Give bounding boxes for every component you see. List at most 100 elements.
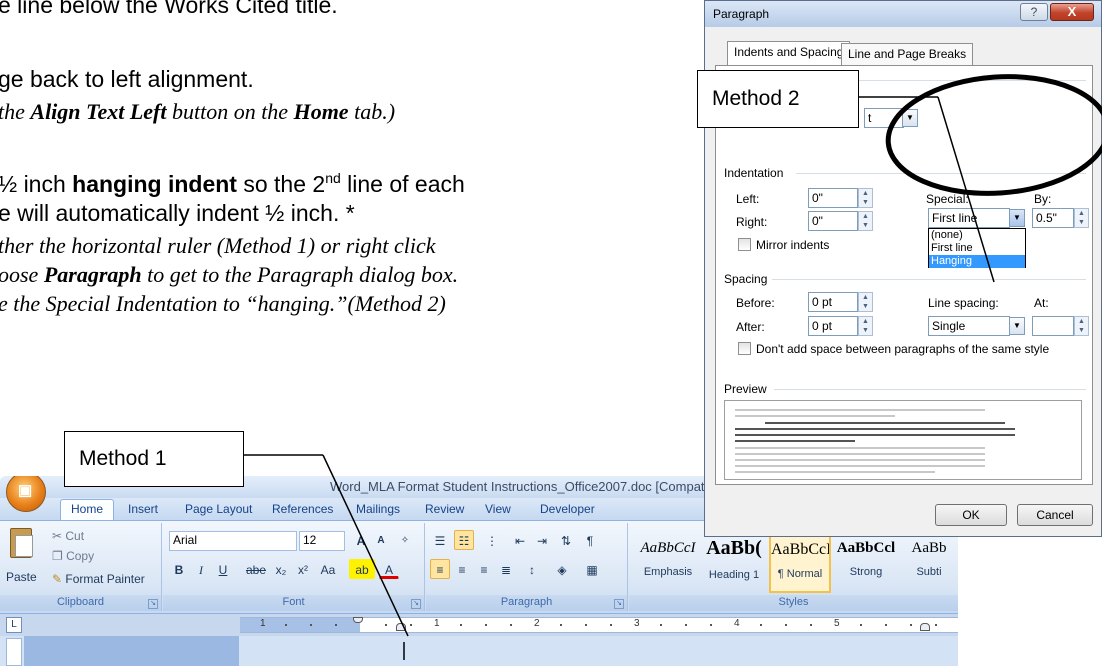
instruction-line-5: e will automatically indent ½ inch. * [0,200,355,226]
cancel-button[interactable]: Cancel [1017,504,1093,526]
right-indent-marker[interactable] [920,623,930,631]
at-spinner-icon[interactable]: ▲ ▼ [1074,316,1089,336]
right-indent-input[interactable]: 0" [808,211,858,231]
paste-button[interactable]: Paste [6,570,37,584]
highlight-icon[interactable]: ab [349,559,375,579]
tab-indents-and-spacing[interactable]: Indents and Spacing [727,41,851,66]
indentation-heading: Indentation [724,166,784,180]
style-heading-1[interactable]: AaBb( Heading 1 [703,529,765,593]
font-size-input[interactable]: 12 [299,531,345,551]
cut-button[interactable]: ✂ Cut [52,529,84,543]
style-normal[interactable]: AaBbCcI ¶ Normal [769,529,831,593]
help-icon[interactable]: ? [1020,3,1048,21]
decrease-indent-icon[interactable]: ⇤ [510,530,530,550]
shading-icon[interactable]: ◈ [552,559,572,579]
close-icon[interactable]: X [1050,3,1094,21]
font-name-input[interactable]: Arial [169,531,297,551]
change-case-icon[interactable]: Aa [315,559,341,579]
mirror-indents-label: Mirror indents [756,238,830,252]
tab-developer[interactable]: Developer [540,502,595,516]
after-spinner-icon[interactable]: ▲ ▼ [858,316,873,336]
bold-icon[interactable]: B [169,559,189,579]
justify-icon[interactable]: ≣ [496,559,516,579]
style-emphasis[interactable]: AaBbCcI Emphasis [637,529,699,593]
style-strong[interactable]: AaBbCcl Strong [835,529,897,593]
special-option-none[interactable]: (none) [929,229,1025,242]
line-spacing-dropdown-icon[interactable]: ▼ [1009,317,1025,335]
clipboard-launcher-icon[interactable]: ↘ [148,599,158,609]
method-2-callout: Method 2 [697,70,859,128]
font-color-icon[interactable]: A [379,559,399,579]
copy-button[interactable]: ❐ Copy [52,549,94,563]
dialog-titlebar: Paragraph ? X [705,1,1101,27]
ruler-row: L 1 1 2 3 4 5 [0,614,958,636]
dont-add-space-checkbox[interactable] [738,342,751,355]
by-label: By: [1034,192,1052,206]
ruler-left-margin [240,618,360,632]
right-indent-spinner-icon[interactable]: ▲ ▼ [858,211,873,231]
alignment-select[interactable]: t [864,108,904,128]
by-input[interactable]: 0.5" [1032,208,1074,228]
paste-icon[interactable] [10,528,33,558]
subscript-icon[interactable]: x₂ [271,559,291,579]
alignment-dropdown-icon[interactable]: ▼ [902,109,918,127]
instruction-line-6: ther the horizontal ruler (Method 1) or … [0,233,436,258]
ruler-number: 4 [734,618,740,629]
after-label: After: [736,320,765,334]
hanging-indent-marker[interactable] [396,623,406,631]
horizontal-ruler[interactable]: 1 1 2 3 4 5 [240,617,958,633]
center-icon[interactable]: ≡ [452,559,472,579]
vertical-ruler [6,638,22,666]
document-area[interactable] [24,636,239,666]
shrink-font-icon[interactable]: A [371,530,391,550]
at-label: At: [1034,296,1049,310]
show-formatting-icon[interactable]: ¶ [580,530,600,550]
tab-selector[interactable]: L [6,617,22,633]
strikethrough-icon[interactable]: abe [243,559,269,579]
left-indent-input[interactable]: 0" [808,188,858,208]
tab-mailings[interactable]: Mailings [356,502,400,516]
by-spinner-icon[interactable]: ▲ ▼ [1074,208,1089,228]
tab-home[interactable]: Home [60,499,115,521]
tab-insert[interactable]: Insert [128,502,158,516]
format-painter-button[interactable]: ✎ Format Painter [52,572,145,586]
special-dropdown-icon[interactable]: ▼ [1009,209,1025,227]
tab-page-layout[interactable]: Page Layout [185,502,252,516]
borders-icon[interactable]: ▦ [582,559,602,579]
grow-font-icon[interactable]: A [351,530,371,550]
clear-formatting-icon[interactable]: ✧ [395,530,415,550]
before-spinner-icon[interactable]: ▲ ▼ [858,292,873,312]
spacing-after-input[interactable]: 0 pt [808,316,858,336]
superscript-icon[interactable]: x² [293,559,313,579]
ruler-number: 5 [834,618,840,629]
increase-indent-icon[interactable]: ⇥ [532,530,552,550]
underline-icon[interactable]: U [213,559,233,579]
special-option-hanging[interactable]: Hanging [929,255,1025,268]
first-line-indent-marker[interactable] [353,617,363,623]
numbering-icon[interactable]: ☷ [454,530,474,550]
instruction-line-4: ½ inch hanging indent so the 2nd line of… [0,170,465,197]
tab-review[interactable]: Review [425,502,464,516]
spacing-before-input[interactable]: 0 pt [808,292,858,312]
special-indent-select[interactable]: First line [928,208,1010,228]
sort-icon[interactable]: ⇅ [556,530,576,550]
paragraph-launcher-icon[interactable]: ↘ [614,599,624,609]
tab-line-and-page-breaks[interactable]: Line and Page Breaks [841,43,974,65]
multilevel-list-icon[interactable]: ⋮ [482,530,502,550]
line-spacing-select[interactable]: Single [928,316,1010,336]
line-spacing-icon[interactable]: ↕ [522,559,542,579]
tab-view[interactable]: View [485,502,511,516]
italic-icon[interactable]: I [191,559,211,579]
font-launcher-icon[interactable]: ↘ [411,599,421,609]
paintbrush-icon: ✎ [52,572,66,586]
ok-button[interactable]: OK [935,504,1007,526]
tab-references[interactable]: References [272,502,333,516]
bullets-icon[interactable]: ☰ [430,530,450,550]
mirror-indents-checkbox[interactable] [738,238,751,251]
style-subtitle[interactable]: AaBb Subti [901,529,957,593]
align-left-icon[interactable]: ≡ [430,559,450,579]
left-indent-spinner-icon[interactable]: ▲ ▼ [858,188,873,208]
special-option-first-line[interactable]: First line [929,242,1025,255]
align-right-icon[interactable]: ≡ [474,559,494,579]
at-input[interactable] [1032,316,1074,336]
